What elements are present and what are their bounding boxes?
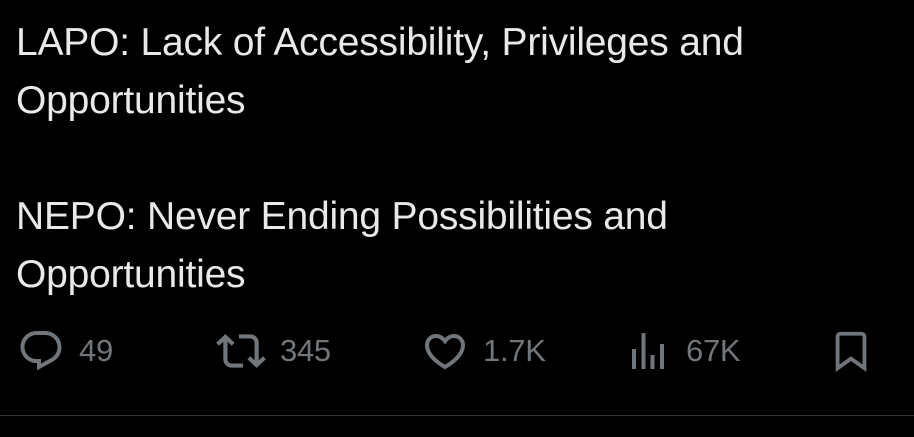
- tweet-action-bar: 49 345 1.7K 67K: [0, 320, 914, 382]
- tweet-paragraph-lapo: LAPO: Lack of Accessibility, Privileges …: [16, 21, 744, 122]
- repost-icon: [216, 326, 266, 376]
- like-count: 1.7K: [483, 333, 546, 368]
- tweet-divider: [0, 415, 914, 416]
- reply-count: 49: [79, 333, 113, 368]
- repost-button[interactable]: 345: [216, 320, 331, 382]
- reply-button[interactable]: 49: [17, 320, 113, 382]
- tweet: LAPO: Lack of Accessibility, Privileges …: [0, 0, 914, 437]
- like-icon: [421, 327, 469, 375]
- like-button[interactable]: 1.7K: [421, 320, 546, 382]
- bookmark-icon: [828, 326, 874, 376]
- views-count: 67K: [686, 333, 741, 368]
- tweet-paragraph-nepo: NEPO: Never Ending Possibilities and Opp…: [16, 195, 668, 296]
- views-button[interactable]: 67K: [624, 320, 741, 382]
- reply-icon: [17, 327, 65, 375]
- repost-count: 345: [280, 333, 331, 368]
- bookmark-button[interactable]: [828, 320, 874, 382]
- views-icon: [624, 327, 672, 375]
- tweet-text: LAPO: Lack of Accessibility, Privileges …: [16, 14, 896, 304]
